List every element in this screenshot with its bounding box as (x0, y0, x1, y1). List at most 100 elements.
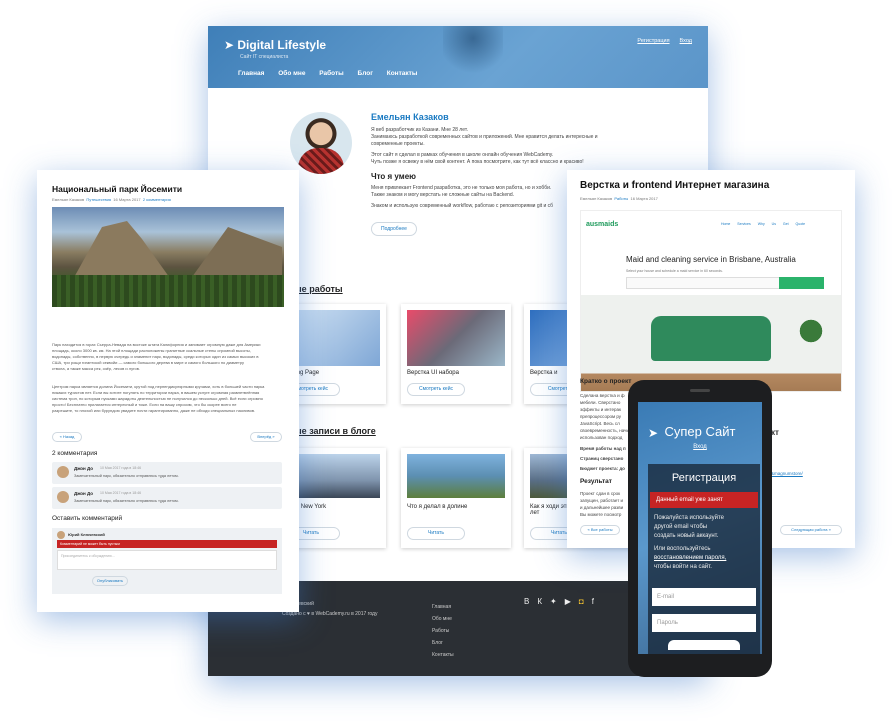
next-button[interactable]: Вперёд » (250, 432, 282, 442)
comment-date: 10 Мая 2017 года в 18:46 (100, 466, 142, 470)
instagram-icon[interactable]: ◘ (579, 597, 592, 606)
article-image (52, 207, 284, 307)
more-button[interactable]: Подробнее (371, 222, 417, 236)
main-nav: Главная Обо мне Работы Блог Контакты (238, 70, 429, 77)
work-card[interactable]: Верстка UI набора Смотреть кейс (401, 304, 511, 404)
nav-blog[interactable]: Блог (358, 70, 373, 77)
read-button[interactable]: Читать (407, 527, 465, 540)
bio-line: современные проекты. (371, 141, 425, 147)
comment-date: 10 Мая 2017 года в 18:46 (100, 491, 142, 495)
case-text: своевременность, начи (580, 428, 629, 433)
youtube-icon[interactable]: ▶ (565, 597, 579, 606)
plant-image (799, 306, 823, 356)
footer-nav-about[interactable]: Обо мне (432, 613, 454, 625)
comment: Джон До 10 Мая 2017 года в 18:46 Замечат… (52, 462, 282, 484)
view-case-button[interactable]: Смотреть кейс (407, 383, 465, 396)
case-fact: Бюджет проекта: до (580, 466, 625, 471)
next-work-button[interactable]: Следующая работа » (780, 525, 842, 535)
blog-card[interactable]: Что я делал в долине Читать (401, 448, 511, 548)
shot-subtitle: Select your house and schedule a maid se… (626, 269, 723, 273)
register-link[interactable]: Регистрация (637, 38, 669, 44)
comment-textarea[interactable]: Присоединитесь к обсуждению... (57, 550, 277, 570)
avatar (57, 466, 69, 478)
article-meta: Емельян Казаков Путешествия 16 Марта 201… (52, 197, 171, 202)
case-title: Верстка и frontend Интернет магазина (580, 180, 770, 191)
comments-title: 2 комментария (52, 450, 98, 457)
case-meta: Емельян Казаков Работы 16 Марта 2017 (580, 196, 658, 201)
blog-title: Что я делал в долине (407, 504, 468, 510)
comment-text: Замечательный парк, обязательно отправлю… (74, 499, 179, 503)
comment-text: Замечательный парк, обязательно отправлю… (74, 474, 179, 478)
skills-line: Знаком и использую современный workflow,… (371, 203, 554, 209)
prev-button[interactable]: « Назад (52, 432, 82, 442)
avatar (57, 491, 69, 503)
facebook-icon[interactable]: f (592, 597, 602, 606)
skills-line: Также знаком и могу верстать не сложные … (371, 192, 515, 198)
case-text: и дальнейшее разви (580, 505, 624, 510)
nav-works[interactable]: Работы (319, 70, 343, 77)
avatar (290, 112, 352, 174)
case-text: мебели. Сверстано (580, 400, 621, 405)
case-fact: Страниц сверстано (580, 456, 624, 461)
bio-line: Занимаюсь разработкой современных сайтов… (371, 134, 598, 140)
submit-button[interactable] (668, 640, 740, 650)
help-text: Пожалуйста используйте другой email чтобы… (654, 515, 727, 570)
article-text: ствола, а также масса рек, озёр, лесов и… (52, 366, 140, 371)
comment: Джон До 10 Мая 2017 года в 18:46 Замечат… (52, 487, 282, 509)
case-screenshot: ausmaids Home Services Why Us Get Quote … (580, 210, 842, 392)
side-link[interactable]: &magnumstore/ (771, 470, 803, 477)
all-works-button[interactable]: « Все работы (580, 525, 620, 535)
leave-comment-title: Оставить комментарий (52, 515, 123, 522)
nav-about[interactable]: Обо мне (278, 70, 305, 77)
shot-logo: ausmaids (586, 221, 619, 228)
article-window: Национальный парк Йосемити Емельян Казак… (37, 170, 299, 612)
case-text: запущен, работает и (580, 498, 624, 503)
footer-nav-works[interactable]: Работы (432, 625, 454, 637)
error-message: Комментарий не может быть пустым (57, 540, 277, 548)
blog-thumbnail (407, 454, 505, 498)
mobile-login-link[interactable]: Вход (638, 444, 762, 450)
site-logo[interactable]: ➤ Digital Lifestyle (224, 38, 326, 52)
tagline: Сайт IT специалиста (240, 54, 289, 60)
commenter-name: Юрий Ключевский (68, 532, 105, 537)
case-text: препроцессором ру (580, 414, 622, 419)
comment-author: Джон До (74, 466, 94, 471)
registration-title: Регистрация (671, 472, 737, 484)
publish-button[interactable]: Опубликовать (92, 576, 128, 586)
shot-go-button (779, 277, 824, 289)
mobile-brand: Супер Сайт (664, 424, 736, 439)
footer-nav-home[interactable]: Главная (432, 601, 454, 613)
work-title: Верстка UI набора (407, 370, 459, 376)
work-title: Верстка и (530, 370, 558, 376)
shot-heading: Maid and cleaning service in Brisbane, A… (626, 255, 796, 264)
shot-nav: Home Services Why Us Get Quote (721, 222, 806, 226)
vk-icon[interactable]: ВК (524, 597, 550, 606)
profile-name: Емельян Казаков (371, 112, 449, 122)
comment-form: Юрий Ключевский Комментарий не может быт… (52, 528, 282, 594)
registration-form: Регистрация Данный email уже занят Пожал… (648, 464, 760, 654)
social-icons: ВК✦▶◘f (524, 597, 602, 606)
footer-nav-blog[interactable]: Блог (432, 637, 454, 649)
phone-speaker (690, 389, 710, 392)
phone-mockup: ➤ Супер Сайт Вход Регистрация Данный ema… (628, 380, 772, 677)
login-link[interactable]: Вход (680, 38, 692, 44)
side-title: кт (771, 428, 779, 437)
twitter-icon[interactable]: ✦ (550, 597, 565, 606)
paper-plane-icon: ➤ (224, 38, 238, 52)
phone-screen: ➤ Супер Сайт Вход Регистрация Данный ema… (638, 402, 762, 654)
error-message: Данный email уже занят (650, 492, 758, 508)
email-field[interactable]: E-mail (652, 588, 756, 606)
bio-line: Чуть позже я освежу в нём свой контент. … (371, 159, 584, 165)
work-thumbnail (407, 310, 505, 366)
footer-nav-contacts[interactable]: Контакты (432, 649, 454, 661)
nav-home[interactable]: Главная (238, 70, 264, 77)
palm-decoration (443, 26, 503, 88)
case-text: эффекты и интерак (580, 407, 622, 412)
shot-search-bar (626, 277, 796, 289)
blog-section-title: ые записи в блоге (294, 426, 376, 436)
sofa-image (651, 316, 771, 361)
footer-nav: Главная Обо мне Работы Блог Контакты (432, 601, 454, 661)
skills-line: Меня привлекает Frontend разработка, это… (371, 185, 552, 191)
password-field[interactable]: Пароль (652, 614, 756, 632)
nav-contacts[interactable]: Контакты (387, 70, 418, 77)
